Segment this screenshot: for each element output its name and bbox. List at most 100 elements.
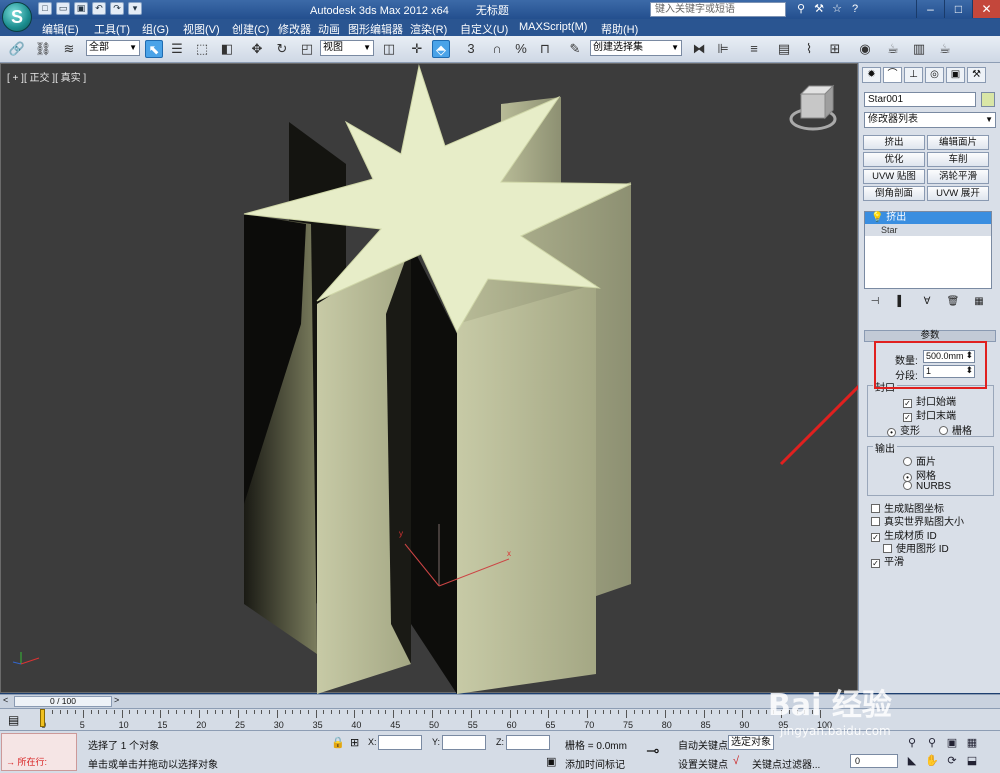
link-icon[interactable]: 🔗: [8, 40, 26, 58]
menu-modifiers[interactable]: 修改器: [278, 21, 311, 37]
show-end-result-icon[interactable]: ▌: [893, 295, 909, 309]
scale-icon[interactable]: ◰: [298, 40, 316, 58]
align-icon[interactable]: ⊫: [714, 40, 732, 58]
open-file-icon[interactable]: ▭: [56, 2, 70, 15]
stack-item-star[interactable]: Star: [865, 224, 991, 236]
morph-radio[interactable]: • 变形: [887, 422, 920, 437]
maximize-viewport-icon[interactable]: ⬓: [964, 753, 980, 769]
configure-sets-icon[interactable]: ▦: [971, 295, 987, 309]
grid-radio[interactable]: 栅格: [939, 422, 972, 437]
move-icon[interactable]: ✥: [248, 40, 266, 58]
hierarchy-tab-icon[interactable]: ⊥: [904, 67, 923, 83]
pivot-center-icon[interactable]: ◫: [380, 40, 398, 58]
output-nurbs-radio[interactable]: NURBS: [903, 481, 951, 492]
render-setup-icon[interactable]: ☕: [884, 40, 902, 58]
real-world-map-checkbox[interactable]: 真实世界贴图大小: [871, 513, 964, 528]
zoom-all-icon[interactable]: ⚲: [924, 735, 940, 751]
redo-icon[interactable]: ↷: [110, 2, 124, 15]
set-key-button[interactable]: 设置关键点: [678, 756, 728, 771]
mini-curve-editor-icon[interactable]: ▤: [8, 713, 19, 727]
unwrap-uvw-button[interactable]: UVW 展开: [927, 186, 989, 201]
qat-dropdown-icon[interactable]: ▾: [128, 2, 142, 15]
extrude-button[interactable]: 挤出: [863, 135, 925, 150]
rotate-icon[interactable]: ↻: [273, 40, 291, 58]
material-editor-icon[interactable]: ◉: [856, 40, 874, 58]
menu-graph-editors[interactable]: 图形编辑器: [348, 21, 403, 37]
select-by-name-icon[interactable]: ☰: [168, 40, 186, 58]
current-frame-field[interactable]: 0: [850, 754, 898, 768]
minimize-button[interactable]: –: [916, 0, 944, 18]
x-coord-field[interactable]: [378, 735, 422, 750]
auto-key-button[interactable]: 自动关键点: [678, 737, 728, 752]
menu-animation[interactable]: 动画: [318, 21, 340, 37]
viewcube[interactable]: [789, 84, 837, 131]
motion-tab-icon[interactable]: ◎: [925, 67, 944, 83]
key-selection-dropdown[interactable]: 选定对象: [728, 735, 774, 750]
turbosmooth-button[interactable]: 涡轮平滑: [927, 169, 989, 184]
snaps-icon[interactable]: 3: [462, 40, 480, 58]
binoculars-icon[interactable]: ⚲: [794, 2, 808, 16]
bulb-icon[interactable]: 💡: [871, 212, 883, 223]
lathe-button[interactable]: 车削: [927, 152, 989, 167]
undo-icon[interactable]: ↶: [92, 2, 106, 15]
ribbon-icon[interactable]: ▤: [775, 40, 793, 58]
unlink-icon[interactable]: ⛓: [34, 40, 52, 58]
output-mesh-radio[interactable]: • 网格: [903, 467, 936, 482]
tools-icon[interactable]: ⚒: [812, 2, 826, 16]
prev-frame-icon[interactable]: <: [3, 695, 8, 705]
viewport-label[interactable]: [ + ][ 正交 ][ 真实 ]: [7, 69, 86, 84]
search-input[interactable]: 键入关键字或短语: [650, 2, 786, 17]
smooth-checkbox[interactable]: ✓ 平滑: [871, 553, 904, 568]
orbit-icon[interactable]: ⟳: [944, 753, 960, 769]
z-coord-field[interactable]: [506, 735, 550, 750]
menu-group[interactable]: 组(G): [142, 21, 169, 37]
bevel-profile-button[interactable]: 倒角剖面: [863, 186, 925, 201]
named-selection-dropdown[interactable]: 创建选择集: [590, 40, 682, 56]
create-tab-icon[interactable]: ✹: [862, 67, 881, 83]
select-manipulate-icon[interactable]: ✛: [408, 40, 426, 58]
menu-tools[interactable]: 工具(T): [94, 21, 130, 37]
current-time-marker[interactable]: [40, 709, 45, 727]
menu-customize[interactable]: 自定义(U): [460, 21, 508, 37]
menu-edit[interactable]: 编辑(E): [42, 21, 79, 37]
maxscript-listener[interactable]: → 所在行:: [1, 733, 77, 771]
save-icon[interactable]: ▣: [74, 2, 88, 15]
field-of-view-icon[interactable]: ◣: [904, 753, 920, 769]
remove-modifier-icon[interactable]: 🗑: [945, 295, 961, 309]
mirror-icon[interactable]: ⧓: [690, 40, 708, 58]
menu-help[interactable]: 帮助(H): [601, 21, 638, 37]
absolute-mode-icon[interactable]: ⊞: [350, 736, 359, 749]
maximize-button[interactable]: □: [944, 0, 972, 18]
display-tab-icon[interactable]: ▣: [946, 67, 965, 83]
make-unique-icon[interactable]: ∀: [919, 295, 935, 309]
timeline-ruler[interactable]: 0510152025303540455055606570758085909510…: [40, 709, 858, 731]
perspective-viewport[interactable]: x y [ + ][ 正交 ][ 真实 ]: [0, 63, 859, 694]
spinner-snap-icon[interactable]: ⊓: [536, 40, 554, 58]
modify-tab-icon[interactable]: ⌒: [883, 67, 902, 83]
menu-views[interactable]: 视图(V): [183, 21, 220, 37]
angle-snap-icon[interactable]: ∩: [488, 40, 506, 58]
cap-start-checkbox[interactable]: ✓ 封口始端: [903, 393, 956, 408]
key-filters-button[interactable]: 关键点过滤器...: [752, 756, 820, 771]
rect-selection-icon[interactable]: ⬚: [193, 40, 211, 58]
stack-item-extrude[interactable]: 💡 挤出: [865, 212, 991, 224]
render-production-icon[interactable]: ☕: [936, 40, 954, 58]
menu-maxscript[interactable]: MAXScript(M): [519, 21, 587, 33]
uvw-map-button[interactable]: UVW 贴图: [863, 169, 925, 184]
set-keys-icon[interactable]: ⊸: [646, 741, 659, 761]
keyboard-shortcut-icon[interactable]: ⬘: [432, 40, 450, 58]
select-object-icon[interactable]: ⬉: [145, 40, 163, 58]
schematic-view-icon[interactable]: ⊞: [826, 40, 844, 58]
window-crossing-icon[interactable]: ◧: [218, 40, 236, 58]
object-color-swatch[interactable]: [981, 92, 995, 107]
new-file-icon[interactable]: □: [38, 2, 52, 15]
bind-space-warp-icon[interactable]: ≋: [60, 40, 78, 58]
menu-rendering[interactable]: 渲染(R): [410, 21, 447, 37]
modifier-list-dropdown[interactable]: 修改器列表: [864, 112, 996, 128]
percent-snap-icon[interactable]: %: [512, 40, 530, 58]
time-slider-thumb[interactable]: 0 / 100: [14, 696, 112, 707]
utilities-tab-icon[interactable]: ⚒: [967, 67, 986, 83]
lock-icon[interactable]: 🔒: [331, 736, 345, 749]
pan-icon[interactable]: ✋: [924, 753, 940, 769]
star-icon[interactable]: ☆: [830, 2, 844, 16]
